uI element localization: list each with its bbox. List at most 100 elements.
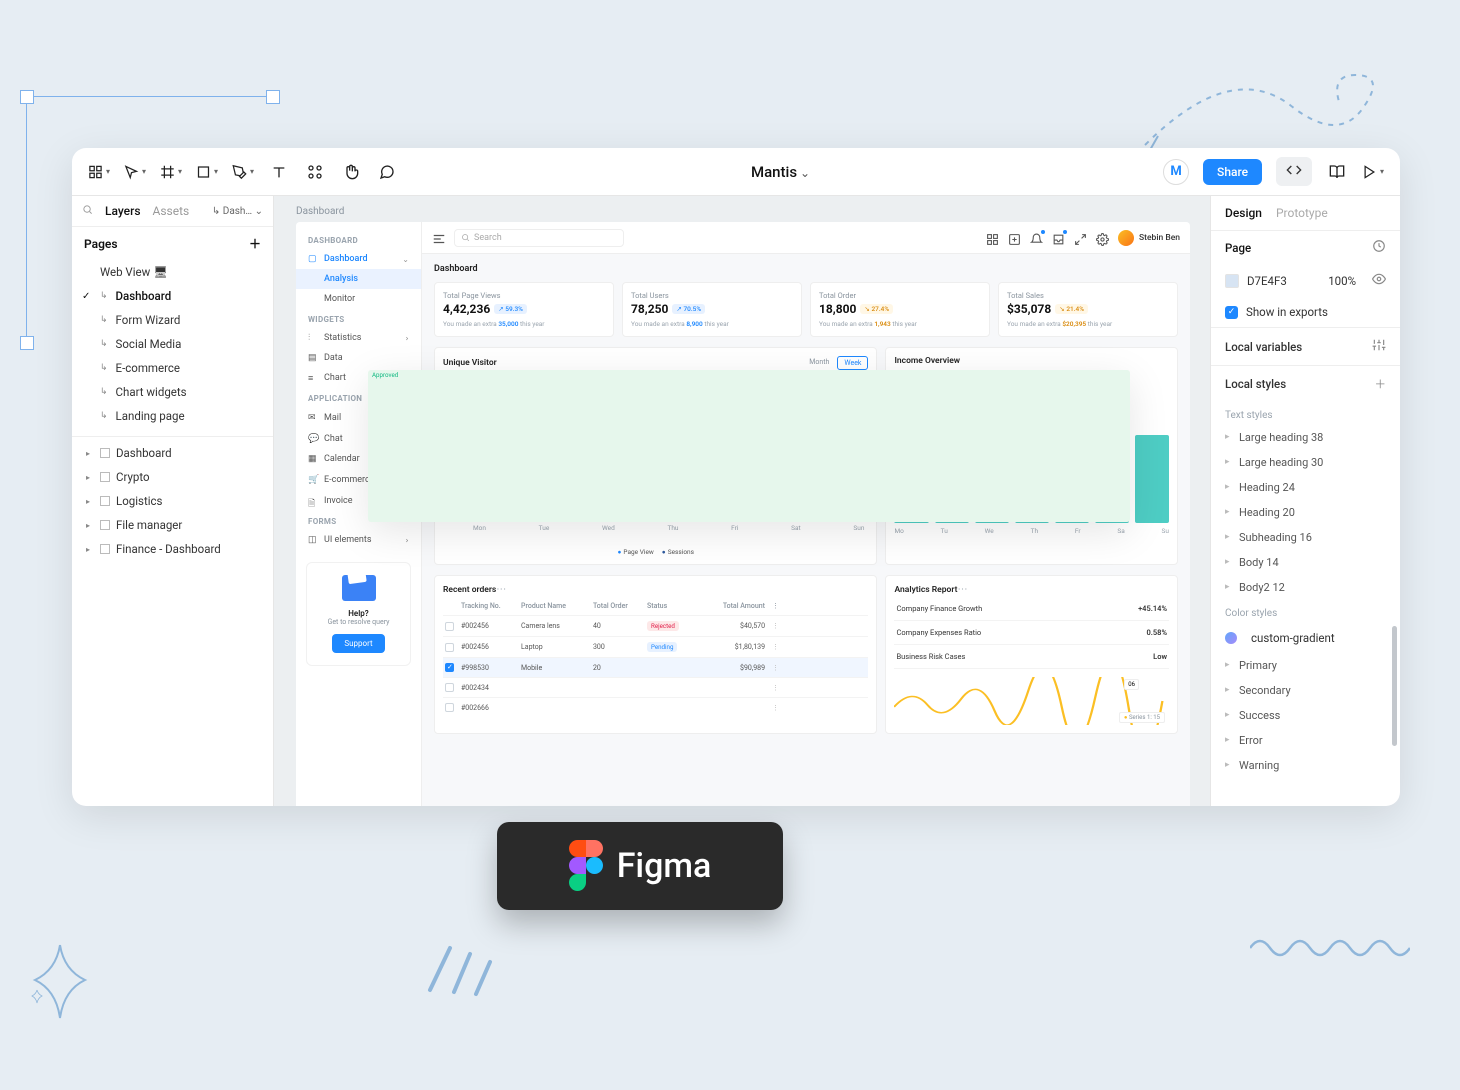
orders-table: Tracking No. Product Name Total Order St… <box>443 597 868 717</box>
custom-gradient-style[interactable]: custom-gradient <box>1251 631 1335 645</box>
sidebar-item-dashboard[interactable]: ▢Dashboard <box>296 249 421 269</box>
page-item[interactable]: Web View 🖥 <box>78 260 267 284</box>
color-style-item[interactable]: Success <box>1211 703 1400 728</box>
design-tab[interactable]: Design <box>1225 206 1262 220</box>
prototype-tab[interactable]: Prototype <box>1276 206 1328 220</box>
pen-tool-icon[interactable] <box>232 161 254 183</box>
layer-row[interactable]: ▸Crypto <box>72 465 273 489</box>
income-title: Income Overview <box>894 356 1169 366</box>
table-row[interactable]: #998530Mobile20Approved$90,989⋮ <box>443 657 868 677</box>
page-item[interactable]: ↳E-commerce <box>78 356 267 380</box>
bg-color-swatch[interactable] <box>1225 274 1239 288</box>
sidebar-sub-analysis[interactable]: Analysis <box>296 269 421 289</box>
panel-scrollbar[interactable] <box>1392 626 1397 746</box>
sliders-icon[interactable] <box>1372 338 1386 355</box>
present-icon[interactable] <box>1362 161 1384 183</box>
analytics-title: Analytics Report <box>894 585 957 595</box>
support-button[interactable]: Support <box>332 634 384 653</box>
page-item[interactable]: ↳Chart widgets <box>78 380 267 404</box>
move-tool-icon[interactable] <box>124 161 146 183</box>
text-tool-icon[interactable] <box>268 161 290 183</box>
layer-row[interactable]: ▸File manager <box>72 513 273 537</box>
sidebar-item-ui-elements[interactable]: ◫UI elements <box>296 530 421 550</box>
help-subtitle: Get to resolve query <box>315 618 402 626</box>
dev-mode-button[interactable] <box>1276 157 1312 186</box>
figma-menu-icon[interactable] <box>88 161 110 183</box>
color-style-item[interactable]: Primary <box>1211 653 1400 678</box>
apps-icon[interactable] <box>986 231 1000 245</box>
text-style-item[interactable]: Body2 12 <box>1211 575 1400 600</box>
project-title[interactable]: Mantis <box>751 163 810 181</box>
local-variables-label[interactable]: Local variables <box>1225 340 1302 354</box>
bell-icon[interactable] <box>1030 231 1044 245</box>
search-input[interactable]: Search <box>454 229 624 247</box>
hand-tool-icon[interactable] <box>340 161 362 183</box>
page-item[interactable]: ↳Social Media <box>78 332 267 356</box>
assets-tab[interactable]: Assets <box>153 204 190 218</box>
bg-hex[interactable]: D7E4F3 <box>1247 274 1287 288</box>
user-avatar[interactable]: M <box>1163 159 1189 185</box>
local-styles-label[interactable]: Local styles <box>1225 377 1286 391</box>
show-exports-checkbox[interactable]: ✓ <box>1225 306 1238 319</box>
bg-opacity[interactable]: 100% <box>1328 274 1356 288</box>
wave-decoration <box>1250 930 1410 960</box>
page-crumb[interactable]: ↳ Dash… ⌄ <box>212 206 263 217</box>
section-dashboard: DASHBOARD <box>296 230 421 249</box>
color-style-item[interactable]: Secondary <box>1211 678 1400 703</box>
gradient-swatch-icon[interactable] <box>1225 632 1237 644</box>
menu-toggle-icon[interactable] <box>432 231 446 245</box>
user-avatar-icon <box>1118 230 1134 246</box>
layer-row[interactable]: ▸Finance - Dashboard <box>72 537 273 561</box>
clock-icon[interactable] <box>1372 239 1386 256</box>
page-item[interactable]: ↳Landing page <box>78 404 267 428</box>
inbox-icon[interactable] <box>1052 231 1066 245</box>
add-style-icon[interactable]: ＋ <box>1375 376 1387 392</box>
analytics-row: Company Expenses Ratio0.58% <box>894 621 1169 645</box>
table-row[interactable]: #002456Laptop300Pending$1,80,139⋮ <box>443 636 868 657</box>
text-style-item[interactable]: Body 14 <box>1211 550 1400 575</box>
expand-icon[interactable] <box>1074 231 1088 245</box>
page-section-label: Page <box>1225 241 1251 255</box>
layer-row[interactable]: ▸Dashboard <box>72 441 273 465</box>
figma-badge: Figma <box>497 822 783 910</box>
eye-icon[interactable] <box>1372 272 1386 289</box>
add-page-icon[interactable]: ＋ <box>249 235 261 252</box>
figma-canvas[interactable]: Dashboard DASHBOARD ▢Dashboard Analysis … <box>274 196 1210 806</box>
tilt-lines-decoration <box>420 940 510 1000</box>
library-icon[interactable] <box>1326 161 1348 183</box>
comment-tool-icon[interactable] <box>376 161 398 183</box>
layers-tab[interactable]: Layers <box>105 204 141 218</box>
analytics-row: Company Finance Growth+45.14% <box>894 597 1169 621</box>
pages-label: Pages <box>84 237 118 251</box>
user-menu[interactable]: Stebin Ben <box>1118 230 1180 246</box>
layer-row[interactable]: ▸Logistics <box>72 489 273 513</box>
sparkle-decoration <box>30 940 90 1020</box>
text-style-item[interactable]: Large heading 38 <box>1211 425 1400 450</box>
settings-icon[interactable] <box>1096 231 1110 245</box>
color-style-item[interactable]: Warning <box>1211 753 1400 778</box>
table-row[interactable]: #002666⋮ <box>443 697 868 717</box>
visitor-period-toggle[interactable]: Month Week <box>803 356 868 370</box>
text-style-item[interactable]: Subheading 16 <box>1211 525 1400 550</box>
color-style-item[interactable]: Error <box>1211 728 1400 753</box>
table-row[interactable]: #002456Camera lens40Rejected$40,570⋮ <box>443 615 868 636</box>
frame-tool-icon[interactable] <box>160 161 182 183</box>
sidebar-item-data[interactable]: ▤Data <box>296 348 421 368</box>
dashboard-frame: DASHBOARD ▢Dashboard Analysis Monitor WI… <box>296 222 1190 806</box>
orders-menu-icon[interactable]: ⋯ <box>496 584 506 595</box>
resources-tool-icon[interactable] <box>304 161 326 183</box>
share-button[interactable]: Share <box>1203 159 1262 185</box>
sidebar-sub-monitor[interactable]: Monitor <box>296 289 421 309</box>
add-widget-icon[interactable] <box>1008 231 1022 245</box>
shape-tool-icon[interactable] <box>196 161 218 183</box>
stat-card: Total Page Views4,42,236 ↗ 59.3%You made… <box>434 282 614 337</box>
search-icon[interactable] <box>82 204 93 218</box>
page-item[interactable]: ↳Dashboard <box>78 284 267 308</box>
text-style-item[interactable]: Large heading 30 <box>1211 450 1400 475</box>
sidebar-item-statistics[interactable]: ⫶Statistics <box>296 328 421 348</box>
text-style-item[interactable]: Heading 24 <box>1211 475 1400 500</box>
text-style-item[interactable]: Heading 20 <box>1211 500 1400 525</box>
analytics-menu-icon[interactable]: ⋯ <box>957 584 967 595</box>
page-item[interactable]: ↳Form Wizard <box>78 308 267 332</box>
table-row[interactable]: #002434⋮ <box>443 677 868 697</box>
